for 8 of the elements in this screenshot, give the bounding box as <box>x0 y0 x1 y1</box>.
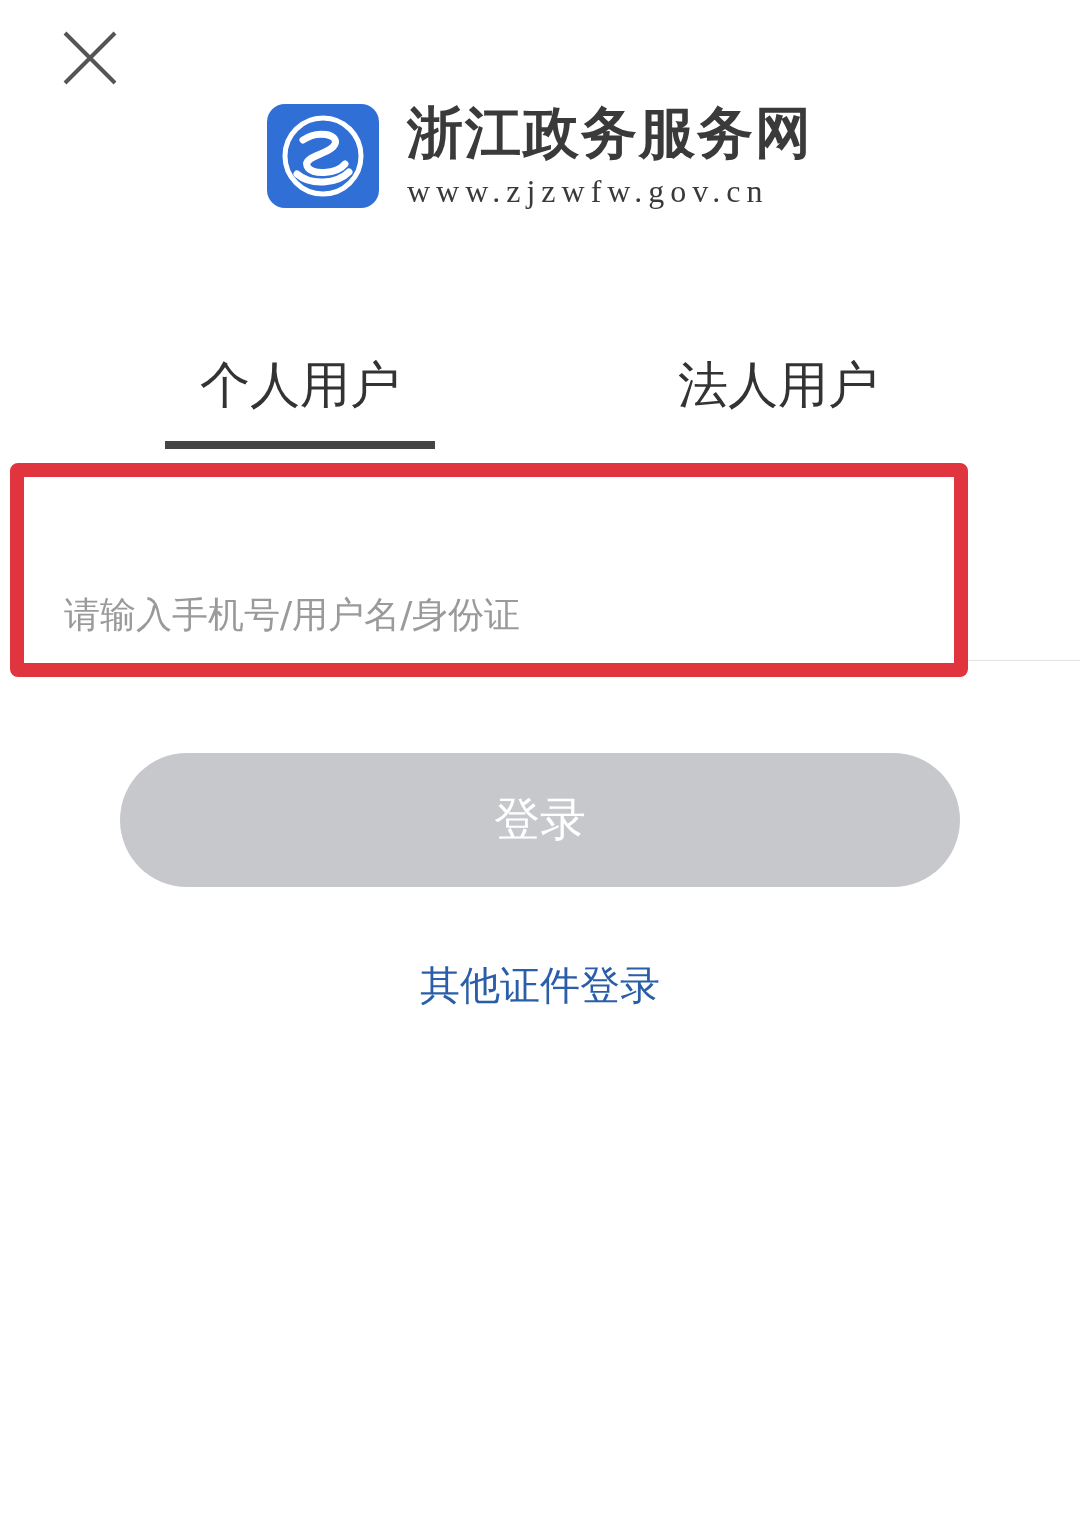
user-type-tab[interactable]: 法人用户 <box>643 348 913 449</box>
close-button[interactable] <box>62 30 118 86</box>
close-icon <box>62 30 118 86</box>
other-id-login-link[interactable]: 其他证件登录 <box>420 962 660 1008</box>
site-url: www.zjzwfw.gov.cn <box>407 171 770 210</box>
site-title: 浙江政务服务网 <box>407 102 813 164</box>
logo-icon <box>267 104 379 208</box>
user-type-tab[interactable]: 个人用户 <box>165 348 435 449</box>
